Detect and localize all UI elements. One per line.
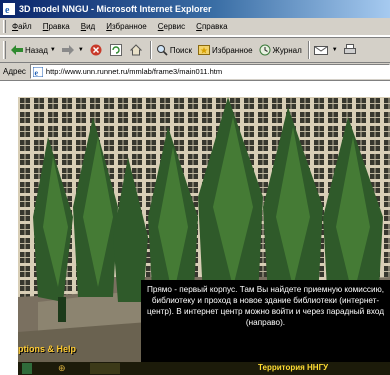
back-dropdown-icon[interactable]: ▼: [50, 47, 56, 53]
mail-icon: [313, 46, 328, 55]
refresh-icon: [109, 44, 122, 56]
menu-edit[interactable]: Правка: [43, 22, 70, 31]
search-button[interactable]: Поиск: [156, 40, 192, 60]
favorites-label: Избранное: [212, 45, 253, 55]
toolbar-grip: [3, 41, 6, 59]
toolbar-separator: [149, 41, 152, 59]
stop-icon: [90, 44, 102, 56]
menu-view[interactable]: Вид: [81, 22, 95, 31]
compass-icon[interactable]: ⊕: [58, 363, 66, 373]
back-button[interactable]: Назад ▼: [11, 40, 56, 60]
menu-tools[interactable]: Сервис: [158, 22, 185, 31]
menu-favorites[interactable]: Избранное: [106, 22, 147, 31]
window-title: 3D model NNGU - Microsoft Internet Explo…: [19, 4, 212, 14]
title-bar: e 3D model NNGU - Microsoft Internet Exp…: [0, 0, 390, 18]
menu-bar: Файл Правка Вид Избранное Сервис Справка: [0, 18, 390, 36]
history-label: Журнал: [272, 45, 302, 55]
options-help-link[interactable]: ptions & Help: [18, 344, 76, 354]
map-icon[interactable]: [22, 363, 32, 374]
menu-help[interactable]: Справка: [196, 22, 227, 31]
address-label: Адрес: [3, 67, 26, 76]
menu-grip: [3, 20, 6, 33]
nav-control[interactable]: [90, 363, 120, 374]
back-label: Назад: [25, 45, 48, 55]
svg-text:e: e: [5, 5, 10, 15]
toolbar-separator-2: [307, 41, 310, 59]
address-url: http://www.unn.runnet.ru/mmlab/frame3/ma…: [45, 67, 223, 76]
favorites-button[interactable]: Избранное: [198, 40, 253, 60]
forward-button[interactable]: ▼: [61, 40, 84, 60]
page-icon: e: [32, 66, 43, 77]
svg-text:e: e: [34, 68, 38, 77]
scene-bottom-bar: ⊕ Территория ННГУ: [18, 362, 390, 375]
print-button[interactable]: [343, 40, 358, 60]
menu-file[interactable]: Файл: [12, 22, 32, 31]
address-input[interactable]: e http://www.unn.runnet.ru/mmlab/frame3/…: [29, 64, 390, 79]
back-arrow-icon: [11, 45, 23, 55]
refresh-button[interactable]: [109, 40, 124, 60]
ie-icon: e: [3, 3, 15, 15]
toolbar: Назад ▼ ▼ Поиск Избранное Журнал ▼: [0, 37, 390, 63]
mail-button[interactable]: ▼: [313, 40, 338, 60]
stop-button[interactable]: [90, 40, 104, 60]
home-icon: [129, 44, 142, 56]
mail-dropdown-icon[interactable]: ▼: [332, 47, 338, 53]
favorites-icon: [198, 45, 210, 55]
forward-arrow-icon: [61, 45, 74, 55]
home-button[interactable]: [129, 40, 144, 60]
history-button[interactable]: Журнал: [259, 40, 302, 60]
page-content: Прямо - первый корпус. Там Вы найдете пр…: [0, 82, 390, 375]
address-bar: Адрес e http://www.unn.runnet.ru/mmlab/f…: [0, 63, 390, 81]
forward-dropdown-icon[interactable]: ▼: [78, 47, 84, 53]
territory-label: Территория ННГУ: [258, 363, 329, 372]
scene-caption: Прямо - первый корпус. Там Вы найдете пр…: [141, 280, 390, 363]
history-icon: [259, 44, 271, 56]
print-icon: [343, 44, 356, 54]
search-label: Поиск: [169, 45, 192, 55]
search-icon: [156, 45, 168, 56]
